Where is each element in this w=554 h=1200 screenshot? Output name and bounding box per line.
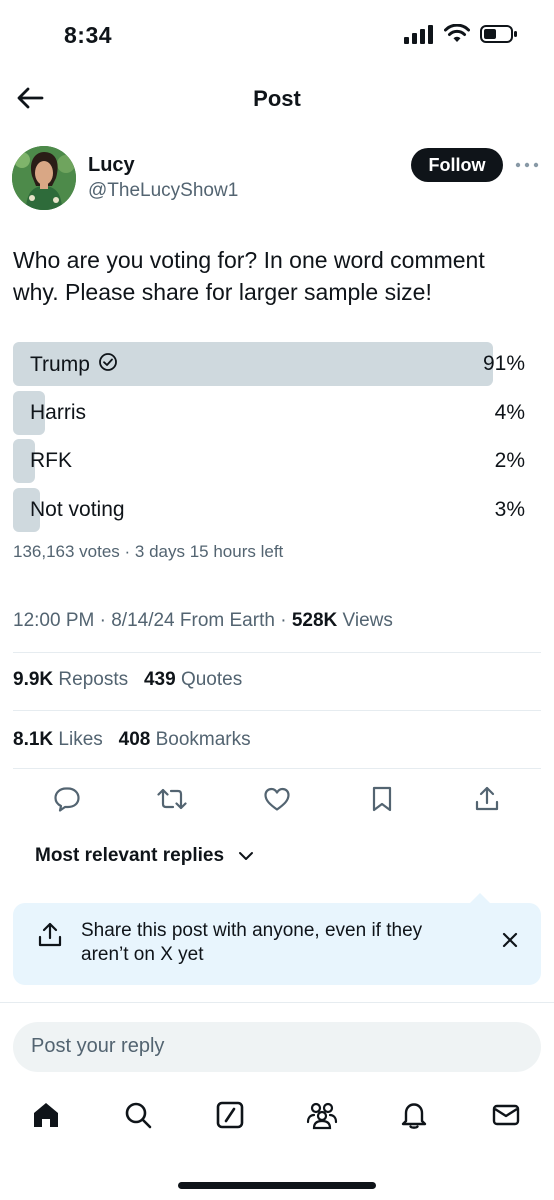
likes-link[interactable]: 8.1K Likes [13, 729, 103, 750]
replies-sort-label: Most relevant replies [35, 845, 225, 866]
meta-separator: · [280, 610, 292, 631]
search-icon [123, 1100, 153, 1135]
bookmark-icon [370, 785, 394, 818]
post-actions [0, 780, 554, 822]
quotes-label: Quotes [180, 669, 243, 690]
poll-option: Harris 4% [13, 390, 525, 435]
likes-bookmarks-row: 8.1K Likes 408 Bookmarks [13, 729, 251, 751]
like-button[interactable] [260, 784, 294, 818]
home-icon [31, 1100, 61, 1135]
likes-label: Likes [58, 729, 103, 750]
reposts-label: Reposts [58, 669, 129, 690]
poll-option-label: Trump [30, 352, 118, 378]
tab-messages[interactable] [489, 1100, 523, 1134]
share-upload-icon [37, 921, 63, 954]
poll-option-percent: 3% [494, 497, 525, 521]
poll-option-text: Trump [30, 353, 90, 376]
author-handle[interactable]: @TheLucyShow1 [88, 180, 238, 202]
poll-option-percent: 2% [494, 449, 525, 472]
repost-button[interactable] [155, 784, 189, 818]
reposts-link[interactable]: 9.9K Reposts [13, 669, 128, 690]
close-icon[interactable] [501, 931, 519, 954]
tab-grok[interactable] [213, 1100, 247, 1134]
views-label: Views [342, 610, 393, 631]
share-button[interactable] [470, 784, 504, 818]
meta-separator: · [99, 610, 112, 631]
wifi-icon [444, 23, 470, 49]
poll: Trump 91% Harris 4% RFK 2% Not voting 3% [13, 342, 525, 536]
top-navigation-bar: Post [0, 72, 554, 128]
battery-icon [480, 24, 518, 49]
quotes-count: 439 [143, 669, 176, 690]
poll-option-percent: 91% [482, 352, 525, 375]
post-date: 8/14/24 [111, 610, 175, 631]
reposts-quotes-row: 9.9K Reposts 439 Quotes [13, 669, 242, 691]
divider [13, 652, 541, 653]
author-name[interactable]: Lucy [88, 154, 135, 177]
status-bar: 8:34 [0, 0, 554, 72]
bookmarks-label: Bookmarks [155, 729, 251, 750]
page-title: Post [253, 86, 301, 111]
tab-communities[interactable] [305, 1100, 339, 1134]
replies-sort-dropdown[interactable]: Most relevant replies [35, 845, 254, 867]
reposts-count: 9.9K [13, 669, 54, 690]
poll-option: Trump 91% [13, 342, 525, 386]
share-prompt-text: Share this post with anyone, even if the… [81, 920, 423, 965]
likes-count: 8.1K [13, 729, 54, 750]
reply-icon [53, 785, 81, 818]
more-dots-icon [515, 155, 539, 173]
avatar[interactable] [12, 146, 76, 210]
tab-notifications[interactable] [397, 1100, 431, 1134]
home-indicator[interactable] [178, 1182, 376, 1189]
like-icon [263, 786, 291, 817]
poll-option-percent: 4% [494, 400, 525, 424]
share-prompt-card[interactable]: Share this post with anyone, even if the… [13, 893, 541, 985]
post-text: Who are you voting for? In one word comm… [13, 247, 485, 305]
messages-icon [491, 1100, 521, 1135]
poll-option-label: RFK [30, 449, 72, 473]
tab-home[interactable] [29, 1100, 63, 1134]
bookmark-button[interactable] [365, 784, 399, 818]
status-icons [404, 23, 518, 49]
poll-option-label: Harris [30, 401, 86, 425]
follow-button[interactable]: Follow [411, 148, 503, 182]
post-source: From Earth [179, 610, 275, 631]
status-time: 8:34 [64, 22, 113, 48]
views-count: 528K [291, 610, 338, 631]
poll-option-text: Not voting [30, 497, 125, 521]
reply-input[interactable]: Post your reply [13, 1022, 541, 1072]
bottom-tab-bar [0, 1094, 554, 1144]
poll-meta: 136,163 votes · 3 days 15 hours left [13, 542, 284, 561]
quotes-link[interactable]: 439 Quotes [144, 669, 242, 690]
poll-option: Not voting 3% [13, 487, 525, 532]
chevron-down-icon [238, 845, 254, 867]
post-time: 12:00 PM [13, 610, 95, 631]
divider [0, 1002, 554, 1003]
check-circle-icon [98, 352, 118, 378]
divider [13, 768, 541, 769]
reply-button[interactable] [50, 784, 84, 818]
divider [13, 710, 541, 711]
reply-placeholder: Post your reply [31, 1035, 165, 1057]
grok-icon [215, 1100, 245, 1135]
share-card-pointer [469, 893, 491, 904]
poll-option-text: Harris [30, 400, 86, 424]
bookmarks-link[interactable]: 408 Bookmarks [119, 729, 251, 750]
post-author: Lucy @TheLucyShow1 Follow [12, 146, 542, 212]
poll-option: RFK 2% [13, 439, 525, 483]
repost-icon [157, 785, 187, 818]
notifications-icon [399, 1100, 429, 1135]
communities-icon [305, 1100, 339, 1135]
cellular-signal-icon [404, 24, 434, 49]
bookmarks-count: 408 [118, 729, 151, 750]
poll-option-label: Not voting [30, 498, 125, 522]
post-meta: 12:00 PM · 8/14/24 From Earth · 528K Vie… [13, 610, 393, 632]
tab-search[interactable] [121, 1100, 155, 1134]
poll-option-text: RFK [30, 449, 72, 472]
share-icon [474, 785, 500, 818]
more-options-button[interactable] [514, 154, 540, 174]
